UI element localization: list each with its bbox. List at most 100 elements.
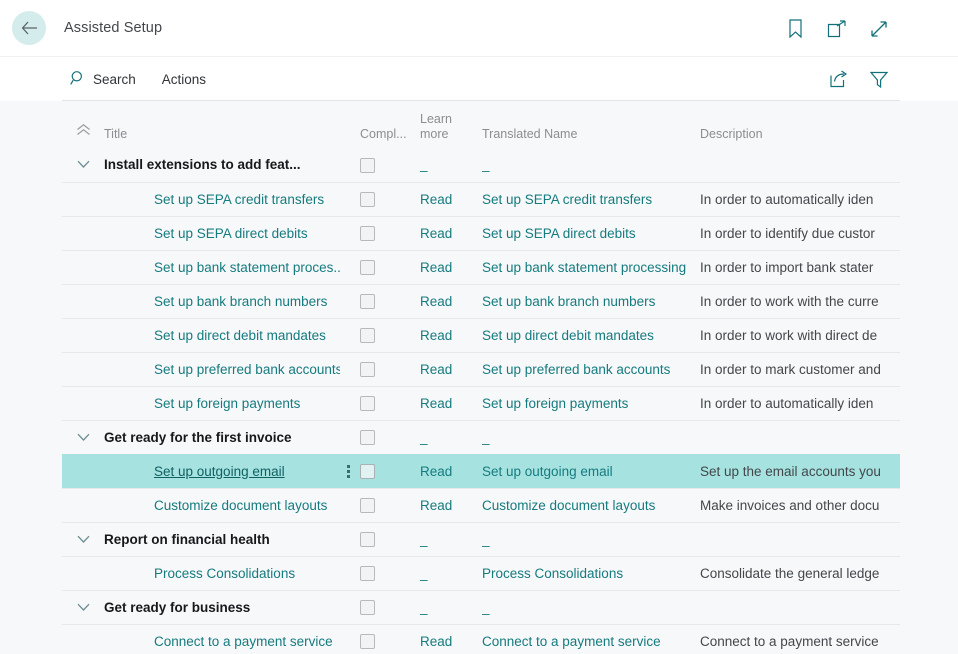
completed-checkbox[interactable] — [360, 634, 375, 649]
cell-learn-more[interactable]: _ — [420, 522, 482, 556]
cell-learn-more[interactable]: Read — [420, 386, 482, 420]
table-row[interactable]: Set up preferred bank accountsReadSet up… — [62, 352, 900, 386]
cell-completed[interactable] — [360, 454, 420, 488]
cell-title[interactable]: Set up outgoing email — [104, 454, 340, 488]
cell-translated-name[interactable]: Set up preferred bank accounts — [482, 352, 700, 386]
cell-title[interactable]: Set up SEPA direct debits — [104, 216, 340, 250]
cell-translated-name[interactable]: Set up foreign payments — [482, 386, 700, 420]
cell-translated-name[interactable]: _ — [482, 420, 700, 454]
cell-title[interactable]: Set up foreign payments — [104, 386, 340, 420]
completed-checkbox[interactable] — [360, 294, 375, 309]
table-row[interactable]: Set up direct debit mandatesReadSet up d… — [62, 318, 900, 352]
cell-completed[interactable] — [360, 624, 420, 654]
cell-learn-more[interactable]: Read — [420, 182, 482, 216]
completed-checkbox[interactable] — [360, 600, 375, 615]
cell-completed[interactable] — [360, 556, 420, 590]
completed-checkbox[interactable] — [360, 430, 375, 445]
cell-learn-more[interactable]: Read — [420, 454, 482, 488]
cell-learn-more[interactable]: Read — [420, 318, 482, 352]
table-row[interactable]: Customize document layoutsReadCustomize … — [62, 488, 900, 522]
cell-learn-more[interactable]: _ — [420, 556, 482, 590]
cell-completed[interactable] — [360, 148, 420, 182]
setup-link[interactable]: Process Consolidations — [104, 566, 295, 581]
cell-translated-name[interactable]: Process Consolidations — [482, 556, 700, 590]
completed-checkbox[interactable] — [360, 328, 375, 343]
cell-completed[interactable] — [360, 386, 420, 420]
cell-translated-name[interactable]: _ — [482, 148, 700, 182]
cell-title[interactable]: Report on financial health — [104, 522, 340, 556]
filter-icon[interactable] — [864, 64, 894, 94]
column-header-learn-more[interactable]: Learn more — [420, 101, 482, 148]
group-expander-button[interactable] — [62, 420, 104, 454]
cell-translated-name[interactable]: Set up SEPA direct debits — [482, 216, 700, 250]
setup-link[interactable]: Connect to a payment service — [104, 634, 333, 649]
table-row[interactable]: Process Consolidations_Process Consolida… — [62, 556, 900, 590]
column-header-title[interactable]: Title — [104, 101, 360, 148]
cell-completed[interactable] — [360, 216, 420, 250]
cell-title[interactable]: Connect to a payment service — [104, 624, 340, 654]
cell-translated-name[interactable]: Set up bank statement processing — [482, 250, 700, 284]
setup-link[interactable]: Set up SEPA direct debits — [104, 226, 308, 241]
setup-link[interactable]: Set up preferred bank accounts — [104, 362, 340, 377]
back-button[interactable] — [12, 11, 46, 45]
cell-learn-more[interactable]: _ — [420, 590, 482, 624]
cell-title[interactable]: Set up bank branch numbers — [104, 284, 340, 318]
column-header-translated-name[interactable]: Translated Name — [482, 101, 700, 148]
cell-title[interactable]: Install extensions to add feat... — [104, 148, 340, 182]
table-row[interactable]: Connect to a payment serviceReadConnect … — [62, 624, 900, 654]
completed-checkbox[interactable] — [360, 566, 375, 581]
table-row[interactable]: Set up outgoing emailReadSet up outgoing… — [62, 454, 900, 488]
collapse-all-button[interactable] — [62, 101, 104, 148]
table-row[interactable]: Set up foreign paymentsReadSet up foreig… — [62, 386, 900, 420]
expand-icon[interactable] — [864, 14, 894, 44]
table-row[interactable]: Set up bank branch numbersReadSet up ban… — [62, 284, 900, 318]
cell-learn-more[interactable]: _ — [420, 148, 482, 182]
cell-learn-more[interactable]: Read — [420, 284, 482, 318]
table-row[interactable]: Set up SEPA direct debitsReadSet up SEPA… — [62, 216, 900, 250]
cell-completed[interactable] — [360, 284, 420, 318]
cell-learn-more[interactable]: Read — [420, 488, 482, 522]
completed-checkbox[interactable] — [360, 192, 375, 207]
setup-link[interactable]: Set up bank statement proces... — [104, 260, 340, 275]
completed-checkbox[interactable] — [360, 158, 375, 173]
completed-checkbox[interactable] — [360, 532, 375, 547]
table-group-row[interactable]: Get ready for the first invoice__ — [62, 420, 900, 454]
cell-translated-name[interactable]: Set up SEPA credit transfers — [482, 182, 700, 216]
cell-row-menu[interactable] — [340, 454, 360, 488]
cell-learn-more[interactable]: Read — [420, 352, 482, 386]
table-group-row[interactable]: Install extensions to add feat... __ — [62, 148, 900, 182]
cell-learn-more[interactable]: Read — [420, 216, 482, 250]
setup-link[interactable]: Set up SEPA credit transfers — [104, 192, 324, 207]
cell-completed[interactable] — [360, 318, 420, 352]
column-header-completed[interactable]: Compl... — [360, 101, 420, 148]
table-group-row[interactable]: Get ready for business __ — [62, 590, 900, 624]
cell-learn-more[interactable]: Read — [420, 624, 482, 654]
actions-button[interactable]: Actions — [154, 64, 214, 94]
cell-title[interactable]: Customize document layouts — [104, 488, 340, 522]
cell-translated-name[interactable]: _ — [482, 590, 700, 624]
cell-title[interactable]: Set up bank statement proces... — [104, 250, 340, 284]
cell-completed[interactable] — [360, 420, 420, 454]
setup-link[interactable]: Set up foreign payments — [104, 396, 300, 411]
cell-translated-name[interactable]: Set up direct debit mandates — [482, 318, 700, 352]
bookmark-icon[interactable] — [780, 14, 810, 44]
completed-checkbox[interactable] — [360, 226, 375, 241]
cell-title[interactable]: Get ready for business — [104, 590, 340, 624]
setup-link[interactable]: Set up bank branch numbers — [104, 294, 327, 309]
more-options-icon[interactable] — [340, 462, 356, 480]
group-expander-button[interactable] — [62, 148, 104, 182]
search-button[interactable]: Search — [62, 64, 144, 94]
cell-translated-name[interactable]: Customize document layouts — [482, 488, 700, 522]
table-group-row[interactable]: Report on financial health __ — [62, 522, 900, 556]
setup-link[interactable]: Set up outgoing email — [104, 464, 285, 479]
cell-learn-more[interactable]: _ — [420, 420, 482, 454]
cell-translated-name[interactable]: Connect to a payment service — [482, 624, 700, 654]
table-row[interactable]: Set up SEPA credit transfersReadSet up S… — [62, 182, 900, 216]
cell-translated-name[interactable]: _ — [482, 522, 700, 556]
cell-translated-name[interactable]: Set up bank branch numbers — [482, 284, 700, 318]
cell-title[interactable]: Process Consolidations — [104, 556, 340, 590]
cell-completed[interactable] — [360, 522, 420, 556]
column-header-description[interactable]: Description — [700, 101, 900, 148]
cell-completed[interactable] — [360, 182, 420, 216]
cell-title[interactable]: Set up SEPA credit transfers — [104, 182, 340, 216]
